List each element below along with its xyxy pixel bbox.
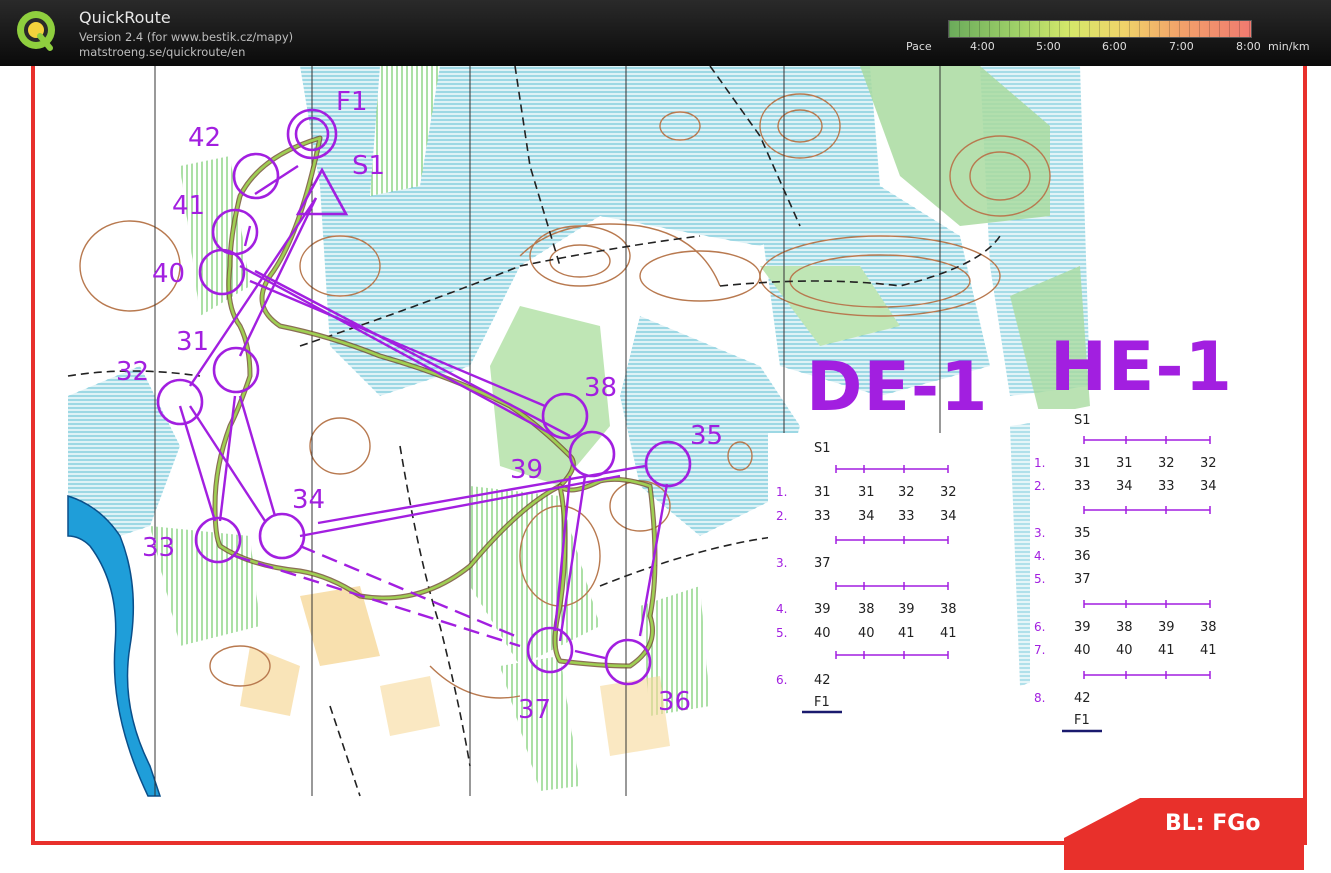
pace-tick: 6:00 [1102, 40, 1127, 53]
row-num: 5. [1034, 572, 1046, 586]
label-f1: F1 [336, 87, 368, 117]
row-value: 37 [814, 556, 831, 571]
row-num: 2. [1034, 479, 1046, 493]
course-title-he1: HE-1 [1050, 328, 1233, 407]
course-card-de1: S1 1. 31 31 32 32 2. 33 34 33 34 3. 37 4… [768, 433, 1010, 743]
course-title-de1: DE-1 [806, 348, 989, 427]
label-s1: S1 [352, 151, 385, 181]
row-num: 6. [1034, 620, 1046, 634]
row-num: 5. [776, 626, 788, 640]
label-34: 34 [292, 485, 325, 515]
pace-unit: min/km [1268, 40, 1310, 53]
app-title: QuickRoute [79, 8, 171, 27]
row-value: 42 [814, 673, 831, 688]
row-num: 4. [776, 602, 788, 616]
row-value: 33 [814, 509, 831, 524]
pace-tick: 4:00 [970, 40, 995, 53]
label-32: 32 [116, 357, 149, 387]
row-num: 3. [1034, 526, 1046, 540]
row-value: 40 [1074, 643, 1091, 658]
row-value: 33 [898, 509, 915, 524]
row-value: 42 [1074, 691, 1091, 706]
pace-tick: 5:00 [1036, 40, 1061, 53]
row-value: 34 [1200, 479, 1217, 494]
pace-tick: 8:00 [1236, 40, 1261, 53]
fork-lines [802, 465, 949, 714]
finish-code: F1 [814, 695, 830, 710]
row-value: 36 [1074, 549, 1091, 564]
row-value: 31 [814, 485, 831, 500]
row-value: 31 [858, 485, 875, 500]
row-value: 31 [1074, 456, 1091, 471]
label-41: 41 [172, 191, 205, 221]
app-url[interactable]: matstroeng.se/quickroute/en [79, 45, 245, 59]
label-39: 39 [510, 455, 543, 485]
pace-color-scale [948, 20, 1252, 38]
row-value: 34 [858, 509, 875, 524]
row-value: 32 [940, 485, 957, 500]
label-31: 31 [176, 327, 209, 357]
label-35: 35 [690, 421, 723, 451]
app-version: Version 2.4 (for www.bestik.cz/mapy) [79, 30, 294, 44]
row-value: 34 [940, 509, 957, 524]
row-value: 40 [814, 626, 831, 641]
row-value: 33 [1158, 479, 1175, 494]
app-titlebar: QuickRoute Version 2.4 (for www.bestik.c… [0, 0, 1331, 66]
course-card-he1: S1 1. 31 31 32 32 2. 33 34 33 34 3. 35 4… [1030, 409, 1230, 739]
row-num: 3. [776, 556, 788, 570]
row-value: 32 [1200, 456, 1217, 471]
row-value: 41 [1158, 643, 1175, 658]
row-value: 38 [1200, 620, 1217, 635]
map-credit-badge: BL: FGo [1165, 811, 1261, 836]
row-num: 1. [776, 485, 788, 499]
row-value: 41 [940, 626, 957, 641]
row-num: 6. [776, 673, 788, 687]
row-value: 32 [1158, 456, 1175, 471]
row-value: 40 [1116, 643, 1133, 658]
row-num: 8. [1034, 691, 1046, 705]
row-value: 38 [940, 602, 957, 617]
map-canvas[interactable]: F1 S1 42 41 40 31 32 33 34 38 39 35 37 3… [0, 66, 1331, 873]
row-value: 34 [1116, 479, 1133, 494]
row-num: 7. [1034, 643, 1046, 657]
row-value: 41 [898, 626, 915, 641]
row-value: 38 [858, 602, 875, 617]
label-38: 38 [584, 373, 617, 403]
pace-tick: 7:00 [1169, 40, 1194, 53]
row-value: 39 [898, 602, 915, 617]
row-value: 41 [1200, 643, 1217, 658]
label-37: 37 [518, 695, 551, 725]
row-value: 32 [898, 485, 915, 500]
row-value: 38 [1116, 620, 1133, 635]
row-value: 37 [1074, 572, 1091, 587]
row-value: 40 [858, 626, 875, 641]
row-value: 39 [1074, 620, 1091, 635]
label-42: 42 [188, 123, 221, 153]
row-num: 4. [1034, 549, 1046, 563]
pace-label: Pace [906, 40, 932, 53]
row-value: 39 [814, 602, 831, 617]
label-40: 40 [152, 259, 185, 289]
label-33: 33 [142, 533, 175, 563]
row-value: 39 [1158, 620, 1175, 635]
row-num: 1. [1034, 456, 1046, 470]
row-value: 35 [1074, 526, 1091, 541]
row-value: 33 [1074, 479, 1091, 494]
label-36: 36 [658, 687, 691, 717]
finish-code: F1 [1074, 713, 1090, 728]
row-num: 2. [776, 509, 788, 523]
row-value: 31 [1116, 456, 1133, 471]
quickroute-logo-icon [17, 11, 55, 51]
